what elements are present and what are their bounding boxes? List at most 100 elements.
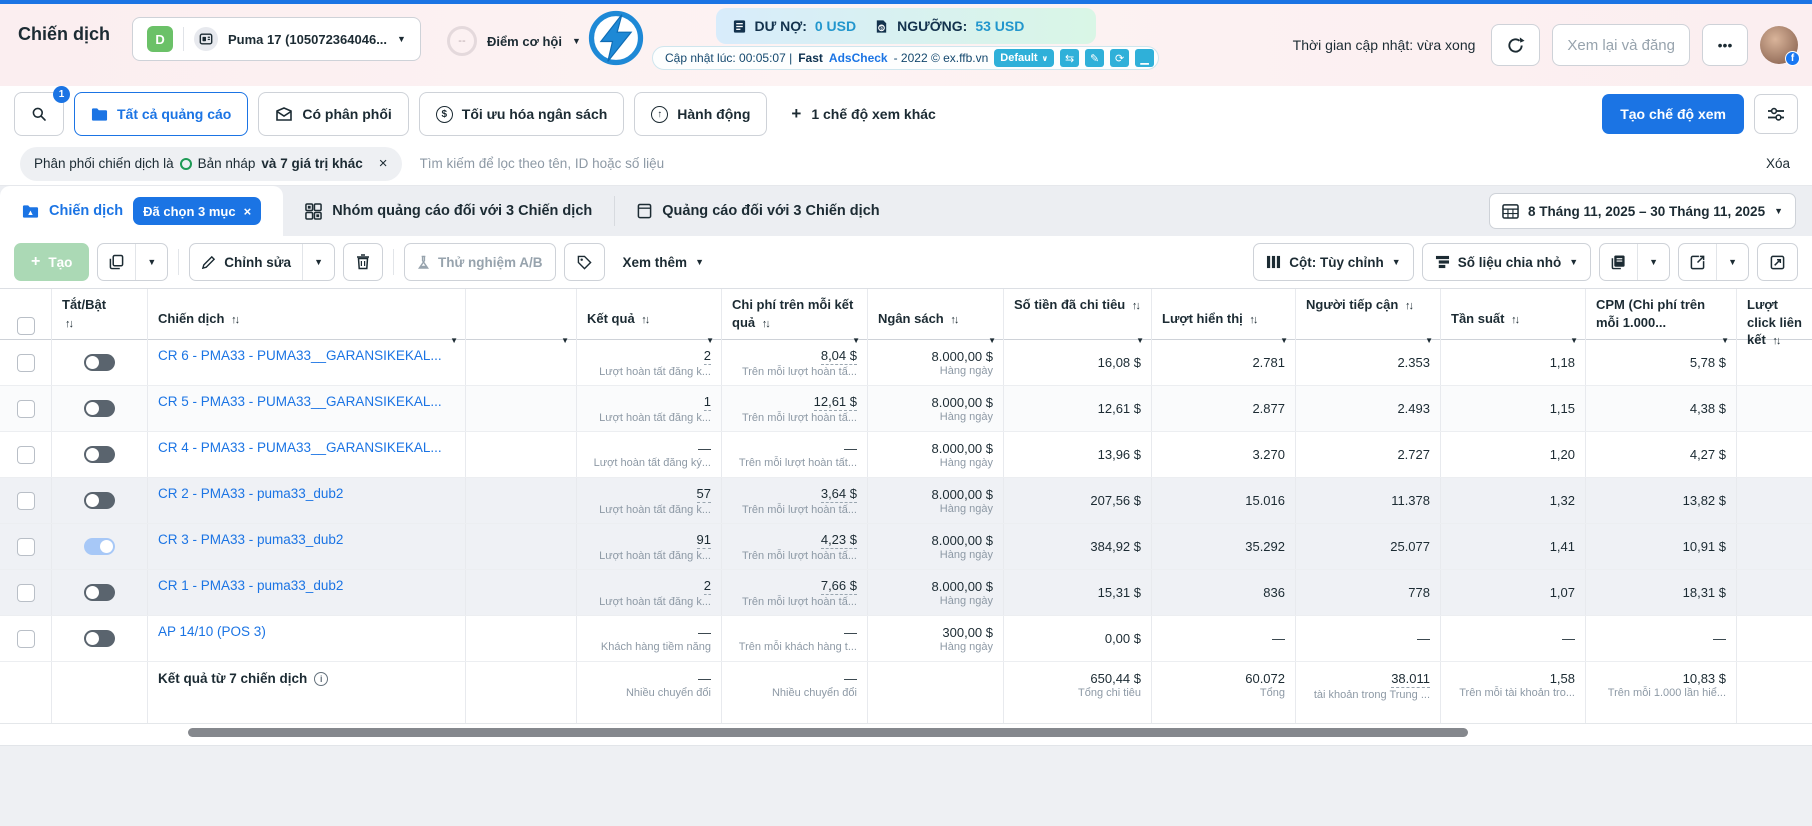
view-tab-all-ads[interactable]: Tất cả quảng cáo — [74, 92, 249, 136]
tag-button[interactable] — [563, 243, 605, 281]
export-dropdown[interactable]: ▼ — [1716, 244, 1748, 280]
more-views-button[interactable]: + 1 chế độ xem khác — [791, 104, 935, 124]
row-checkbox[interactable] — [16, 629, 35, 648]
clear-filters-button[interactable]: Xóa — [1766, 156, 1790, 171]
cost-per-result-value[interactable]: 7,66 $ — [820, 578, 857, 595]
refresh-icon[interactable]: ⟳ — [1110, 49, 1130, 67]
view-tab-budget-optimization[interactable]: $ Tối ưu hóa ngân sách — [418, 92, 625, 136]
review-publish-button[interactable]: Xem lại và đăng — [1552, 24, 1690, 66]
results-value[interactable]: 57 — [696, 486, 711, 503]
refresh-button[interactable] — [1491, 24, 1541, 66]
info-icon[interactable]: i — [314, 671, 329, 686]
campaign-toggle[interactable] — [84, 538, 115, 555]
breakdown-button[interactable]: Số liệu chia nhỏ ▼ — [1421, 243, 1592, 281]
ab-test-button[interactable]: Thử nghiệm A/B — [404, 243, 556, 281]
col-cost-per-result[interactable]: Chi phí trên mỗi kết quả ↑↓ ▼ — [722, 289, 868, 355]
default-dropdown[interactable]: Default ∨ — [994, 49, 1055, 67]
results-value[interactable]: — — [698, 625, 711, 640]
row-select-cell — [0, 524, 52, 569]
results-value[interactable]: — — [698, 441, 711, 456]
search-views-button[interactable]: 1 — [14, 86, 70, 136]
view-settings-button[interactable] — [1754, 94, 1798, 134]
row-checkbox[interactable] — [16, 399, 35, 418]
delete-button[interactable] — [343, 243, 383, 281]
campaign-link[interactable]: CR 4 - PMA33 - PUMA33__GARANSIKEKAL... — [158, 440, 455, 455]
col-toggle[interactable]: Tắt/Bật ↑↓ — [52, 289, 148, 355]
avatar[interactable]: f — [1760, 26, 1800, 66]
cost-per-result-value[interactable]: — — [844, 625, 857, 640]
campaign-link[interactable]: CR 5 - PMA33 - PUMA33__GARANSIKEKAL... — [158, 394, 455, 409]
edit-button-group[interactable]: Chỉnh sửa ▼ — [189, 243, 335, 281]
chevron-down-icon: ▼ — [1425, 336, 1433, 346]
row-checkbox[interactable] — [16, 445, 35, 464]
col-reach[interactable]: Người tiếp cận ↑↓ ▼ — [1296, 289, 1441, 355]
edit-button[interactable]: Chỉnh sửa — [190, 244, 302, 280]
export-button[interactable] — [1679, 244, 1716, 280]
campaign-toggle[interactable] — [84, 400, 115, 417]
campaign-toggle[interactable] — [84, 446, 115, 463]
duplicate-dropdown[interactable]: ▼ — [135, 244, 167, 280]
opportunity-score[interactable]: -- Điểm cơ hội ▼ — [446, 26, 581, 56]
col-campaign[interactable]: Chiến dịch ↑↓ ▼ — [148, 289, 466, 355]
edit-dropdown[interactable]: ▼ — [302, 244, 334, 280]
col-budget[interactable]: Ngân sách ↑↓ ▼ — [868, 289, 1004, 355]
date-range-picker[interactable]: 8 Tháng 11, 2025 – 30 Tháng 11, 2025 ▼ — [1488, 193, 1796, 229]
reports-dropdown[interactable]: ▼ — [1637, 244, 1669, 280]
columns-button[interactable]: Cột: Tùy chỉnh ▼ — [1253, 243, 1414, 281]
see-more-button[interactable]: Xem thêm ▼ — [623, 255, 704, 270]
campaign-toggle[interactable] — [84, 630, 115, 647]
campaign-link[interactable]: AP 14/10 (POS 3) — [158, 624, 455, 639]
horizontal-scrollbar[interactable] — [188, 728, 1468, 737]
reports-button-group[interactable]: ▼ — [1599, 243, 1671, 281]
tab-campaigns[interactable]: ▲ Chiến dịch Đã chọn 3 mục × — [0, 186, 284, 236]
close-icon[interactable]: × — [244, 204, 252, 219]
col-blank[interactable]: ▼ — [466, 289, 577, 355]
active-filter-pill[interactable]: Phân phối chiến dịch là Bản nháp và 7 gi… — [20, 146, 402, 181]
col-amount-spent[interactable]: Số tiền đã chi tiêu ↑↓ ▼ — [1004, 289, 1152, 355]
campaign-link[interactable]: CR 1 - PMA33 - puma33_dub2 — [158, 578, 455, 593]
selected-count-badge[interactable]: Đã chọn 3 mục × — [133, 197, 262, 225]
swap-icon[interactable]: ⇆ — [1060, 49, 1080, 67]
results-value[interactable]: 91 — [696, 532, 711, 549]
row-checkbox[interactable] — [16, 491, 35, 510]
more-options-button[interactable]: ••• — [1702, 24, 1748, 66]
cost-per-result-value[interactable]: 12,61 $ — [813, 394, 857, 411]
campaign-toggle[interactable] — [84, 584, 115, 601]
minimize-icon[interactable]: ▁ — [1135, 49, 1155, 67]
results-value[interactable]: 1 — [703, 394, 711, 411]
campaign-link[interactable]: CR 3 - PMA33 - puma33_dub2 — [158, 532, 455, 547]
campaign-toggle[interactable] — [84, 354, 115, 371]
view-tab-actions[interactable]: ↑ Hành động — [634, 92, 768, 136]
export-button-group[interactable]: ▼ — [1678, 243, 1749, 281]
reports-button[interactable] — [1600, 244, 1637, 280]
tab-ad-sets[interactable]: Nhóm quảng cáo đối với 3 Chiến dịch — [283, 186, 614, 236]
col-link-clicks[interactable]: Lượt click liên kết ↑↓ — [1737, 289, 1812, 355]
row-checkbox[interactable] — [16, 353, 35, 372]
col-frequency[interactable]: Tần suất ↑↓ ▼ — [1441, 289, 1586, 355]
filter-search-input[interactable] — [419, 156, 1792, 171]
remove-filter-icon[interactable]: × — [379, 155, 388, 172]
create-view-button[interactable]: Tạo chế độ xem — [1602, 94, 1744, 134]
select-all-checkbox[interactable] — [16, 316, 35, 335]
col-select-all[interactable] — [0, 289, 52, 355]
adscheck-brand[interactable]: AdsCheck — [829, 51, 888, 65]
results-value[interactable]: 2 — [703, 578, 711, 595]
row-checkbox[interactable] — [16, 583, 35, 602]
cost-per-result-value[interactable]: 4,23 $ — [820, 532, 857, 549]
row-checkbox[interactable] — [16, 537, 35, 556]
create-button[interactable]: + Tạo — [14, 243, 90, 281]
cost-per-result-value[interactable]: 3,64 $ — [820, 486, 857, 503]
edit-icon[interactable]: ✎ — [1085, 49, 1105, 67]
col-results[interactable]: Kết quả ↑↓ ▼ — [577, 289, 722, 355]
tab-ads[interactable]: Quảng cáo đối với 3 Chiến dịch — [615, 186, 901, 236]
account-selector[interactable]: D Puma 17 (105072364046... ▼ — [132, 17, 421, 61]
campaign-link[interactable]: CR 2 - PMA33 - puma33_dub2 — [158, 486, 455, 501]
col-impressions[interactable]: Lượt hiển thị ↑↓ ▼ — [1152, 289, 1296, 355]
campaign-toggle[interactable] — [84, 492, 115, 509]
view-tab-delivery[interactable]: Có phân phối — [258, 92, 409, 136]
cost-per-result-value[interactable]: — — [844, 441, 857, 456]
col-cpm[interactable]: CPM (Chi phí trên mỗi 1.000... ▼ — [1586, 289, 1737, 355]
duplicate-button-group[interactable]: ▼ — [97, 243, 169, 281]
duplicate-button[interactable] — [98, 244, 135, 280]
charts-button[interactable] — [1757, 243, 1798, 281]
